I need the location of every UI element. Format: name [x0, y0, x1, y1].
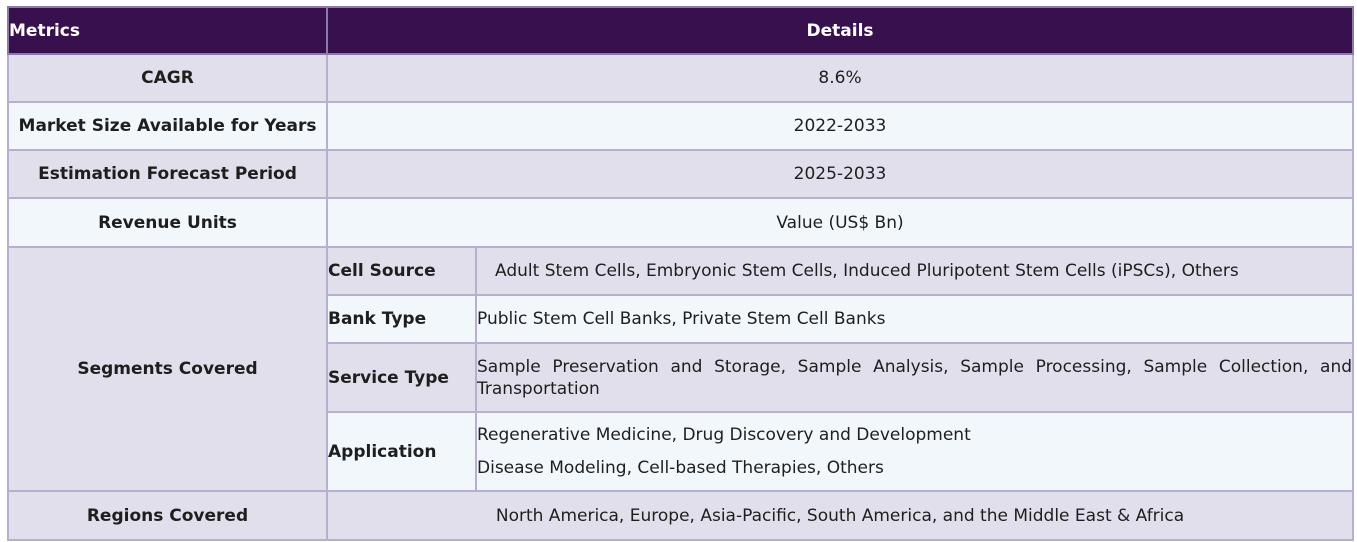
table-row-cagr: CAGR 8.6% [7, 53, 1355, 103]
metrics-column-header: Metrics [7, 6, 328, 55]
segment-label-bank-type: Bank Type [326, 294, 477, 344]
report-scope-table: Metrics Details CAGR 8.6% Market Size Av… [7, 6, 1355, 541]
table-row-revenue-units: Revenue Units Value (US$ Bn) [7, 197, 1355, 248]
table-row-cell-source: Segments Covered Cell Source Adult Stem … [7, 246, 1355, 492]
metric-label-regions-covered: Regions Covered [7, 490, 328, 541]
segment-value-cell-source: Adult Stem Cells, Embryonic Stem Cells, … [474, 246, 1355, 296]
metric-label-revenue-units: Revenue Units [7, 197, 328, 248]
segment-label-service-type: Service Type [326, 342, 477, 413]
segment-value-service-type: Sample Preservation and Storage, Sample … [474, 342, 1355, 413]
table-row-regions: Regions Covered North America, Europe, A… [7, 490, 1355, 541]
segment-value-bank-type: Public Stem Cell Banks, Private Stem Cel… [474, 294, 1355, 344]
application-line-2: Disease Modeling, Cell-based Therapies, … [477, 458, 884, 478]
metric-value-revenue-units: Value (US$ Bn) [325, 197, 1355, 248]
table-row-forecast-period: Estimation Forecast Period 2025-2033 [7, 149, 1355, 199]
metric-value-cagr: 8.6% [325, 53, 1355, 103]
metric-label-cagr: CAGR [7, 53, 328, 103]
segment-label-cell-source: Cell Source [326, 246, 477, 296]
table-header-row: Metrics Details [7, 6, 1355, 55]
details-column-header: Details [325, 6, 1355, 55]
metric-label-forecast-period: Estimation Forecast Period [7, 149, 328, 199]
table-row-market-size: Market Size Available for Years 2022-203… [7, 101, 1355, 151]
metric-value-forecast-period: 2025-2033 [325, 149, 1355, 199]
metric-value-regions-covered: North America, Europe, Asia-Pacific, Sou… [325, 490, 1355, 541]
segment-value-application: Regenerative Medicine, Drug Discovery an… [474, 411, 1355, 492]
metric-value-market-size: 2022-2033 [325, 101, 1355, 151]
application-line-1: Regenerative Medicine, Drug Discovery an… [477, 425, 971, 445]
metric-label-segments-covered: Segments Covered [7, 246, 328, 492]
metric-label-market-size: Market Size Available for Years [7, 101, 328, 151]
segment-label-application: Application [326, 411, 477, 492]
